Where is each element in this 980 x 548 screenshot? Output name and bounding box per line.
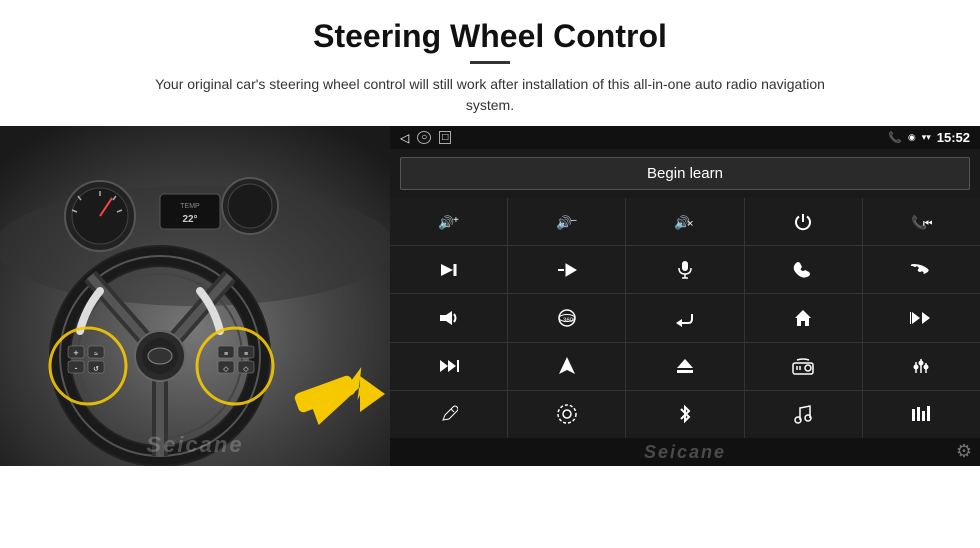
steering-wheel-svg: TEMP 22° (0, 126, 390, 466)
svg-text:×: × (687, 218, 693, 230)
svg-text:🔊: 🔊 (438, 214, 454, 231)
statusbar-nav: ◁ ○ □ (400, 131, 451, 145)
gear-settings-button[interactable]: ⚙ (956, 441, 972, 462)
android-statusbar: ◁ ○ □ 📞 ◉ ▾▾ 15:52 (390, 126, 980, 149)
pen-button[interactable] (390, 391, 507, 438)
home-button[interactable] (745, 294, 862, 341)
bottom-bar: Seicane ⚙ (390, 438, 980, 466)
nav-recents-icon[interactable]: □ (439, 131, 451, 144)
power-button[interactable] (745, 198, 862, 245)
svg-text:360°: 360° (563, 318, 576, 324)
hangup-button[interactable] (863, 246, 980, 293)
android-panel: ◁ ○ □ 📞 ◉ ▾▾ 15:52 Begin learn (390, 126, 980, 466)
svg-text:⏮: ⏮ (923, 218, 932, 230)
clock: 15:52 (937, 130, 970, 145)
ff-button[interactable] (508, 246, 625, 293)
radio-button[interactable] (745, 343, 862, 390)
car-image-panel: TEMP 22° (0, 126, 390, 466)
call-button[interactable] (745, 246, 862, 293)
horn-button[interactable] (390, 294, 507, 341)
statusbar-status: 📞 ◉ ▾▾ 15:52 (888, 130, 970, 145)
car-background: TEMP 22° (0, 126, 390, 466)
begin-learn-button[interactable]: Begin learn (400, 157, 970, 190)
mic-button[interactable] (626, 246, 743, 293)
next-track-button[interactable] (390, 246, 507, 293)
prev-button[interactable]: 📞 ⏮ (863, 198, 980, 245)
location-icon: ◉ (908, 132, 916, 143)
svg-text:-: - (75, 363, 78, 373)
phone-status-icon: 📞 (888, 131, 902, 144)
vol-up-button[interactable]: 🔊+ (390, 198, 507, 245)
svg-text:≡: ≡ (224, 351, 228, 358)
vol-down-button[interactable]: 🔊– (508, 198, 625, 245)
eject-button[interactable] (626, 343, 743, 390)
svg-text:◇: ◇ (223, 366, 229, 373)
eq-button[interactable] (863, 343, 980, 390)
controls-grid: 🔊+ 🔊– 🔊× 📞 ⏮ (390, 198, 980, 438)
mute-button[interactable]: 🔊× (626, 198, 743, 245)
wifi-icon: ▾▾ (922, 132, 931, 143)
nav-home-icon[interactable]: ○ (417, 131, 431, 144)
music-button[interactable] (745, 391, 862, 438)
title-divider (470, 61, 510, 64)
nav-button[interactable] (508, 343, 625, 390)
return-button[interactable] (626, 294, 743, 341)
rewind-button[interactable] (863, 294, 980, 341)
begin-learn-row: Begin learn (390, 149, 980, 198)
bluetooth-button[interactable] (626, 391, 743, 438)
seicane-label: Seicane (644, 442, 726, 463)
360-view-button[interactable]: 360° (508, 294, 625, 341)
svg-text:–: – (571, 215, 577, 226)
svg-text:22°: 22° (182, 214, 197, 225)
svg-text:🔊: 🔊 (556, 214, 572, 231)
settings2-button[interactable] (508, 391, 625, 438)
header-section: Steering Wheel Control Your original car… (0, 0, 980, 126)
svg-text:≡: ≡ (244, 351, 248, 358)
svg-text:+: + (453, 215, 459, 226)
page-title: Steering Wheel Control (60, 18, 920, 55)
svg-text:+: + (73, 348, 78, 358)
fastfwd-button[interactable] (390, 343, 507, 390)
page-wrapper: Steering Wheel Control Your original car… (0, 0, 980, 548)
svg-text:≈: ≈ (94, 351, 98, 358)
subtitle: Your original car's steering wheel contr… (140, 74, 840, 116)
svg-text:TEMP: TEMP (180, 203, 200, 210)
svg-text:◇: ◇ (243, 366, 249, 373)
nav-back-icon[interactable]: ◁ (400, 131, 409, 145)
equalizer-bars-button[interactable] (863, 391, 980, 438)
content-row: TEMP 22° (0, 126, 980, 548)
svg-text:↺: ↺ (93, 366, 99, 373)
